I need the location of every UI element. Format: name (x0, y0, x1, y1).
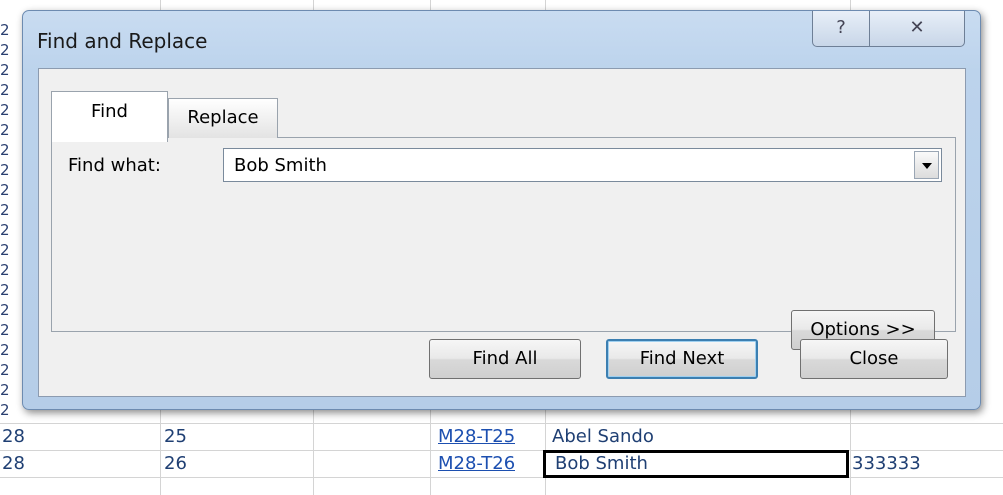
find-what-combobox[interactable]: Bob Smith (223, 148, 942, 182)
row-fragment: 2 (0, 321, 10, 339)
tab-replace-label: Replace (187, 107, 259, 128)
active-cell-outline (543, 450, 849, 478)
row-fragment: 2 (0, 161, 10, 179)
cell-b[interactable]: 26 (164, 451, 187, 477)
row-fragment: 2 (0, 361, 10, 379)
close-button[interactable]: Close (800, 339, 948, 379)
tab-find[interactable]: Find (51, 91, 168, 142)
row-fragment: 2 (0, 61, 10, 79)
row-fragment: 2 (0, 101, 10, 119)
question-mark-icon: ? (836, 17, 846, 38)
cell-name[interactable]: Abel Sando (552, 424, 654, 450)
help-button[interactable]: ? (812, 11, 870, 47)
find-all-button[interactable]: Find All (429, 339, 581, 379)
row-fragment: 2 (0, 301, 10, 319)
find-tab-panel: Find what: Bob Smith Options >> (51, 137, 956, 350)
left-column-strip: 2 2 2 2 2 2 2 2 2 2 2 2 2 2 2 2 2 2 2 2 (0, 0, 20, 419)
row-fragment: 2 (0, 221, 10, 239)
dialog-title: Find and Replace (37, 29, 208, 53)
row-fragment: 2 (0, 21, 10, 39)
row-fragment: 2 (0, 41, 10, 59)
row-fragment: 2 (0, 381, 10, 399)
close-x-icon: ✕ (909, 17, 925, 38)
row-fragment: 2 (0, 201, 10, 219)
row-fragment: 2 (0, 81, 10, 99)
cell-value[interactable]: 333333 (852, 451, 921, 477)
find-next-button[interactable]: Find Next (606, 339, 758, 379)
cell-b[interactable]: 25 (164, 424, 187, 450)
find-what-label: Find what: (68, 155, 161, 176)
cell-a[interactable]: 28 (2, 451, 25, 477)
row-fragment: 2 (0, 281, 10, 299)
dialog-body: Find Replace Find what: Bob Smith Option… (38, 68, 966, 397)
row-fragment: 2 (0, 241, 10, 259)
tab-find-label: Find (91, 101, 128, 122)
tab-replace[interactable]: Replace (168, 98, 278, 138)
row-fragment: 2 (0, 121, 10, 139)
dropdown-arrow-icon[interactable] (914, 151, 939, 179)
close-window-button[interactable]: ✕ (869, 11, 965, 47)
row-fragment: 2 (0, 141, 10, 159)
row-fragment: 2 (0, 181, 10, 199)
find-what-input[interactable]: Bob Smith (234, 155, 327, 176)
row-fragment: 2 (0, 401, 10, 419)
cell-a[interactable]: 28 (2, 424, 25, 450)
tab-joint (52, 136, 167, 139)
cell-link[interactable]: M28-T25 (438, 424, 515, 450)
row-fragment: 2 (0, 341, 10, 359)
cell-link[interactable]: M28-T26 (438, 451, 515, 477)
find-replace-dialog: Find and Replace ? ✕ Find Replace Find w… (22, 10, 981, 410)
row-fragment: 2 (0, 261, 10, 279)
